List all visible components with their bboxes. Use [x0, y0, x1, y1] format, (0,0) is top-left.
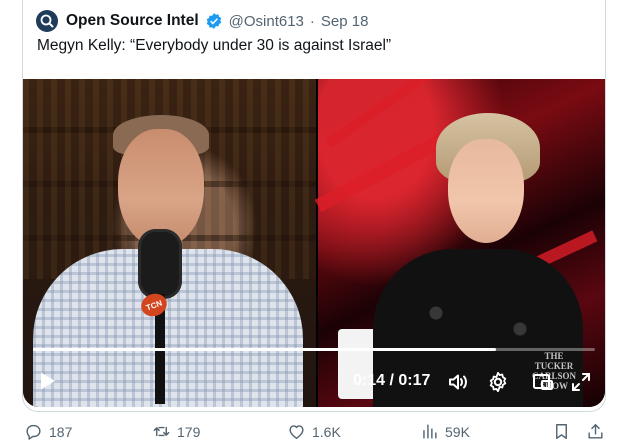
- tweet-header: Open Source Intel @Osint613 · Sep 18: [36, 10, 368, 32]
- microphone: [138, 229, 182, 299]
- bookmark-icon: [556, 424, 567, 439]
- like-button[interactable]: 1.6K: [287, 422, 341, 441]
- meta-separator: ·: [309, 12, 315, 30]
- volume-icon[interactable]: [446, 370, 470, 394]
- picture-in-picture-icon[interactable]: [531, 370, 555, 394]
- repost-icon: [153, 426, 170, 437]
- author-handle[interactable]: @Osint613: [229, 13, 304, 30]
- share-icon: [588, 424, 603, 439]
- views-count: 59K: [445, 423, 470, 440]
- tweet-text: Megyn Kelly: “Everybody under 30 is agai…: [37, 37, 392, 54]
- red-streak: [325, 79, 446, 149]
- bookmark-button[interactable]: [552, 422, 571, 441]
- post-date[interactable]: Sep 18: [321, 13, 369, 30]
- reply-button[interactable]: 187: [24, 422, 72, 441]
- repost-count: 179: [177, 423, 201, 440]
- osint-logo-icon[interactable]: [36, 10, 58, 32]
- like-count: 1.6K: [312, 423, 341, 440]
- verified-badge-icon: [206, 13, 221, 29]
- watermark-line: THE: [544, 351, 564, 361]
- author-name[interactable]: Open Source Intel: [66, 12, 199, 30]
- gear-icon[interactable]: [486, 370, 510, 394]
- fullscreen-icon[interactable]: [569, 370, 593, 394]
- video-left-panel: TCN: [23, 79, 316, 407]
- reply-count: 187: [49, 423, 73, 440]
- guest-face: [448, 139, 524, 243]
- video-progress-bar[interactable]: [33, 348, 595, 351]
- video-progress-fill: [33, 348, 497, 351]
- repost-button[interactable]: 179: [152, 422, 200, 441]
- video-player[interactable]: TCN THE TUCKER CARLSON SHOW 0:14 / 0:17: [23, 79, 605, 407]
- tweet-action-bar: 187 179 1.6K 59K: [0, 418, 642, 446]
- video-time-readout: 0:14 / 0:17: [353, 372, 431, 389]
- tweet-card: Open Source Intel @Osint613 · Sep 18 Meg…: [0, 0, 642, 446]
- share-button[interactable]: [586, 422, 605, 441]
- analytics-icon: [423, 424, 437, 439]
- views-button[interactable]: 59K: [420, 422, 470, 441]
- heart-icon: [289, 425, 304, 439]
- reply-icon: [26, 424, 41, 440]
- play-icon[interactable]: [35, 369, 59, 393]
